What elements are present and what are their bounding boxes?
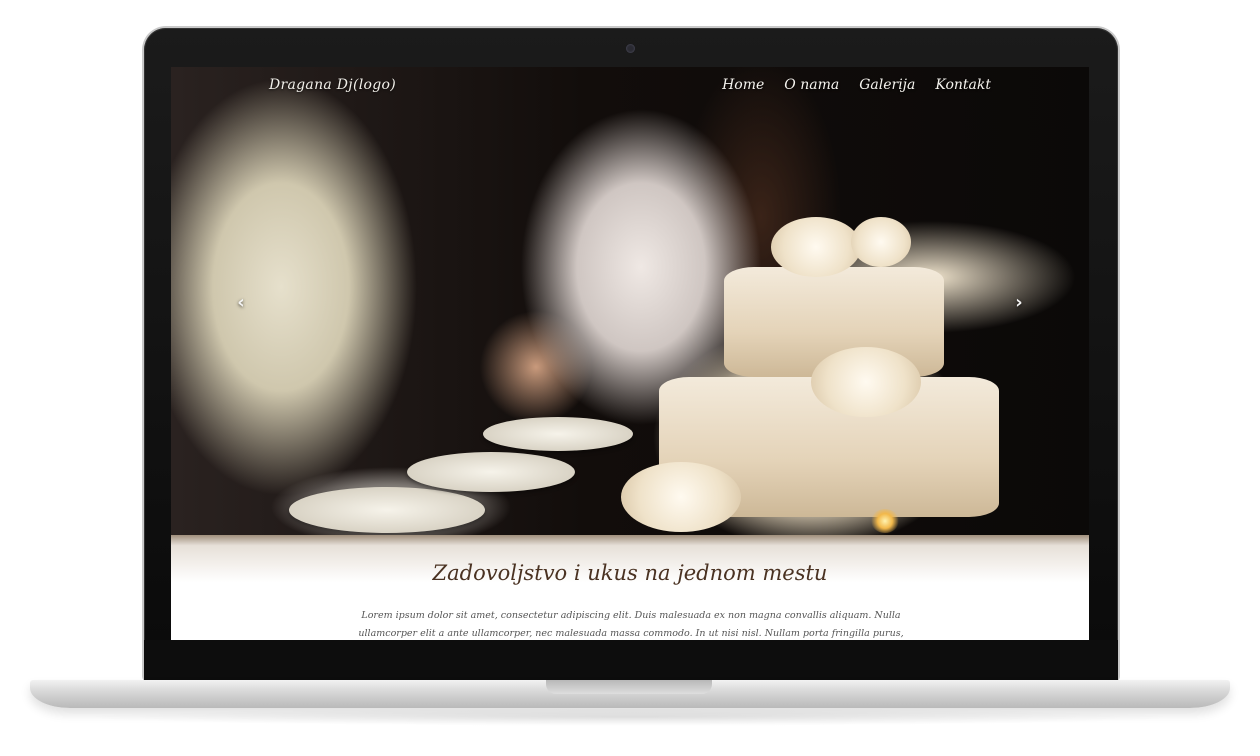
plate-image (407, 452, 575, 492)
main-nav: Home O nama Galerija Kontakt (722, 77, 991, 93)
cake-flower (771, 217, 861, 277)
plate-image (289, 487, 485, 533)
candle-light (871, 509, 899, 533)
laptop-shadow (80, 708, 1180, 726)
intro-paragraph: Lorem ipsum dolor sit amet, consectetur … (358, 610, 904, 639)
hero-slider: Dragana Dj(logo) Home O nama Galerija Ko… (171, 67, 1089, 535)
nav-about[interactable]: O nama (784, 77, 839, 93)
cake-flower (621, 462, 741, 532)
cake-flower (851, 217, 911, 267)
site-logo[interactable]: Dragana Dj(logo) (269, 77, 396, 93)
chevron-right-icon[interactable]: › (1011, 293, 1027, 313)
laptop-notch (546, 680, 712, 694)
nav-gallery[interactable]: Galerija (859, 77, 915, 93)
nav-home[interactable]: Home (722, 77, 764, 93)
laptop-chin (144, 640, 1118, 680)
webcam-icon (626, 44, 635, 53)
intro-section: Zadovoljstvo i ukus na jednom mestu Lore… (171, 535, 1089, 640)
cake-flower (811, 347, 921, 417)
laptop-screen: Dragana Dj(logo) Home O nama Galerija Ko… (171, 67, 1089, 640)
plate-image (483, 417, 633, 451)
section-headline: Zadovoljstvo i ukus na jednom mestu (432, 561, 828, 585)
chevron-left-icon[interactable]: ‹ (233, 293, 249, 313)
nav-contact[interactable]: Kontakt (935, 77, 991, 93)
